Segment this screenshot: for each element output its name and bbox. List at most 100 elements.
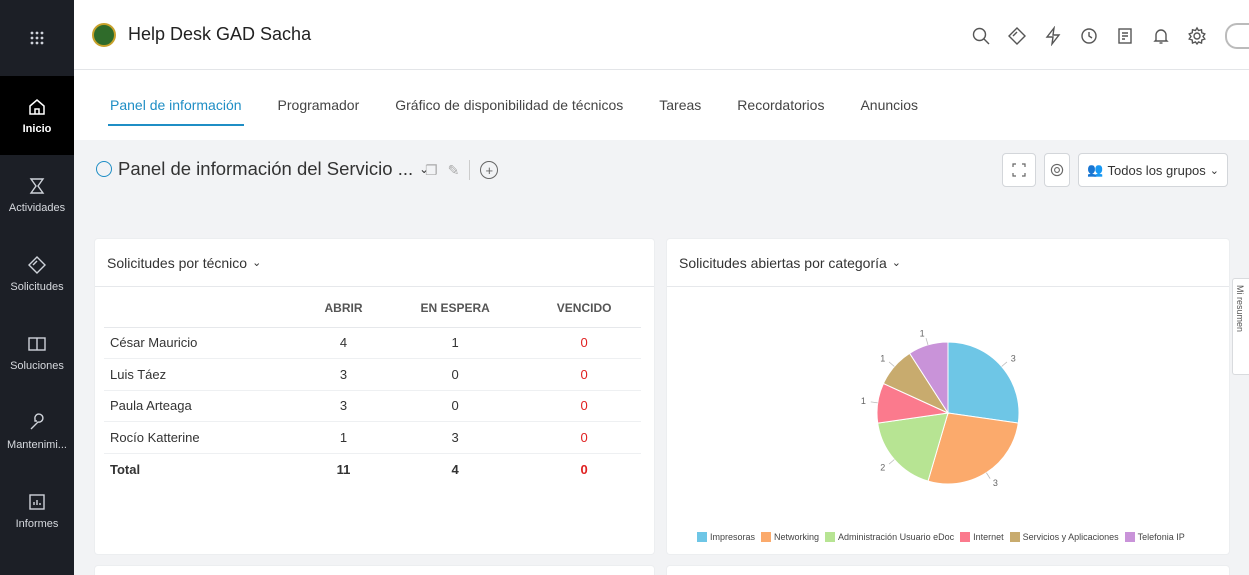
count-vencido[interactable]: 0 — [527, 327, 641, 359]
book-icon — [28, 336, 46, 351]
settings-button[interactable] — [1044, 153, 1071, 187]
technician-name: Paula Arteaga — [104, 390, 304, 422]
rail-label: Soluciones — [10, 359, 64, 372]
gear-icon — [1051, 163, 1064, 177]
legend-label: Telefonia IP — [1137, 532, 1185, 542]
widget-header[interactable]: Solicitudes por técnico ⌄ — [95, 239, 654, 287]
diamond-icon[interactable] — [1007, 26, 1027, 46]
rail-item-mantenimiento[interactable]: Mantenimi... — [0, 392, 74, 471]
slice-label-connector — [888, 361, 895, 367]
widget-solicitudes-por-tecnico: Solicitudes por técnico ⌄ ABRIR EN ESPER… — [95, 239, 654, 554]
table-row: César Mauricio 4 1 0 — [104, 327, 641, 359]
pie-slice[interactable] — [947, 341, 1020, 424]
count-espera[interactable]: 3 — [383, 421, 528, 454]
divider — [469, 160, 471, 180]
slice-label-connector — [888, 459, 895, 465]
technician-name: Luis Táez — [104, 358, 304, 391]
rail-label: Solicitudes — [10, 280, 64, 293]
legend-swatch — [1009, 532, 1020, 542]
count-abrir[interactable]: 3 — [304, 358, 384, 391]
count-vencido[interactable]: 0 — [527, 358, 641, 391]
rail-label: Actividades — [8, 201, 66, 214]
column-header[interactable]: EN ESPERA — [383, 289, 528, 328]
widget-title: Solicitudes por técnico — [107, 254, 248, 271]
fullscreen-button[interactable] — [1002, 153, 1037, 187]
column-header[interactable]: ABRIR — [304, 289, 384, 328]
widget-placeholder — [95, 566, 654, 575]
diamond-icon — [28, 255, 46, 274]
count-abrir[interactable]: 4 — [304, 327, 384, 359]
tab-tareas[interactable]: Tareas — [659, 70, 701, 140]
legend-item[interactable]: Administración Usuario eDoc — [825, 532, 954, 542]
total-espera[interactable]: 4 — [383, 453, 527, 485]
tab-panel-informacion[interactable]: Panel de información — [108, 70, 244, 140]
rail-item-inicio[interactable]: Inicio — [0, 76, 74, 155]
copy-icon[interactable]: ❐ — [425, 162, 438, 179]
count-espera[interactable]: 1 — [383, 327, 528, 359]
rail-item-solicitudes[interactable]: Solicitudes — [0, 234, 74, 313]
my-summary-tab[interactable]: Mi resumen — [1232, 278, 1249, 375]
group-filter-dropdown[interactable]: 👥 Todos los grupos ⌄ — [1078, 153, 1228, 187]
count-espera[interactable]: 0 — [383, 358, 528, 391]
legend-item[interactable]: Telefonia IP — [1124, 532, 1185, 542]
slice-label-connector — [870, 401, 878, 404]
total-label: Total — [110, 461, 141, 477]
widget-header[interactable]: Solicitudes abiertas por categoría ⌄ — [667, 239, 1229, 287]
rail-item-actividades[interactable]: Actividades — [0, 155, 74, 234]
home-tabs: Panel de información Programador Gráfico… — [74, 70, 1249, 140]
rail-label: Inicio — [22, 122, 52, 135]
count-abrir[interactable]: 1 — [304, 421, 384, 454]
widget-title: Solicitudes abiertas por categoría — [679, 254, 887, 271]
rail-item-informes[interactable]: Informes — [0, 471, 74, 550]
edit-icon[interactable]: ✎ — [448, 162, 460, 179]
legend-item[interactable]: Networking — [761, 532, 819, 542]
total-abrir[interactable]: 11 — [304, 453, 383, 485]
report-icon — [29, 493, 45, 510]
total-vencido[interactable]: 0 — [527, 453, 641, 485]
lightning-icon[interactable] — [1043, 26, 1063, 46]
legend-item[interactable]: Servicios y Aplicaciones — [1009, 532, 1119, 542]
slice-value-label: 3 — [993, 478, 998, 488]
tab-programador[interactable]: Programador — [278, 70, 360, 140]
count-espera[interactable]: 0 — [383, 390, 528, 422]
rail-item-soluciones[interactable]: Soluciones — [0, 313, 74, 392]
rail-label: Informes — [15, 517, 59, 530]
column-header[interactable]: VENCIDO — [527, 289, 641, 328]
legend-item[interactable]: Internet — [960, 532, 1004, 542]
activities-icon — [29, 177, 45, 194]
tab-disponibilidad-tecnicos[interactable]: Gráfico de disponibilidad de técnicos — [395, 70, 623, 140]
gear-icon[interactable] — [1187, 26, 1207, 46]
count-vencido[interactable]: 0 — [527, 390, 641, 422]
total-row: Total 11 4 0 — [104, 453, 641, 485]
header-icons — [971, 23, 1249, 49]
group-filter-label: Todos los grupos — [1107, 162, 1206, 178]
table-row: Rocío Katterine 1 3 0 — [104, 421, 641, 454]
app-grid-icon[interactable] — [0, 0, 74, 76]
count-vencido[interactable]: 0 — [527, 421, 641, 454]
home-icon — [29, 98, 45, 115]
rail-label: Mantenimi... — [7, 438, 67, 451]
dashboard-selector[interactable]: Panel de información del Servicio ... ⌄ — [96, 158, 429, 180]
add-widget-icon[interactable]: + — [480, 161, 499, 179]
bell-icon[interactable] — [1151, 26, 1171, 46]
group-icon: 👥 — [1087, 162, 1104, 177]
search-icon[interactable] — [971, 26, 991, 46]
column-header — [104, 289, 304, 328]
tab-anuncios[interactable]: Anuncios — [860, 70, 918, 140]
slice-value-label: 2 — [880, 462, 885, 472]
notes-icon[interactable] — [1115, 26, 1135, 46]
legend-label: Internet — [973, 532, 1004, 542]
legend-item[interactable]: Impresoras — [697, 532, 755, 542]
slice-label-connector — [925, 338, 929, 345]
slice-value-label: 3 — [1011, 354, 1016, 364]
slice-label-connector — [986, 472, 991, 479]
chevron-down-icon: ⌄ — [891, 257, 902, 269]
history-icon[interactable] — [1079, 26, 1099, 46]
count-abrir[interactable]: 3 — [304, 390, 384, 422]
table-row: Luis Táez 3 0 0 — [104, 358, 641, 391]
gad-logo — [92, 22, 116, 47]
user-avatar[interactable] — [1225, 23, 1249, 49]
legend-label: Administración Usuario eDoc — [838, 532, 955, 542]
slice-label-connector — [1001, 361, 1008, 367]
tab-recordatorios[interactable]: Recordatorios — [737, 70, 824, 140]
